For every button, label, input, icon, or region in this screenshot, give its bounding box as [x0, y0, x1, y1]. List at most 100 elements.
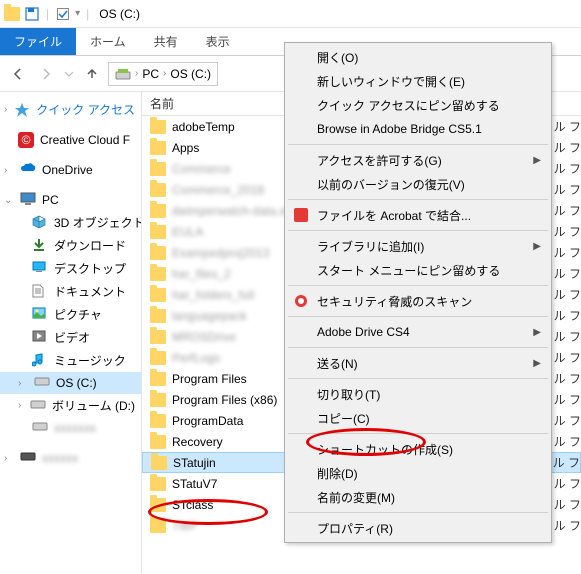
menu-open[interactable]: 開く(O) [287, 45, 549, 69]
sidebar-item-blur2[interactable]: ›xxxxxx [0, 447, 141, 469]
folder-icon [150, 267, 166, 281]
expand-icon[interactable]: › [4, 165, 14, 176]
sidebar-item-documents[interactable]: ドキュメント [0, 280, 141, 303]
folder-icon [150, 246, 166, 260]
sidebar-item-quick-access[interactable]: ›クイック アクセス [0, 98, 141, 121]
file-name: Exampedproj2013 [172, 246, 269, 260]
file-name: PerfLogs [172, 351, 220, 365]
sidebar-item-videos[interactable]: ビデオ [0, 326, 141, 349]
file-name: STatuV7 [172, 477, 217, 491]
expand-icon[interactable]: › [18, 378, 28, 389]
save-icon[interactable] [24, 6, 40, 22]
folder-icon [150, 351, 166, 365]
folder-icon [150, 141, 166, 155]
sidebar-item-desktop[interactable]: デスクトップ [0, 257, 141, 280]
checkbox-icon[interactable] [55, 6, 71, 22]
star-icon [14, 102, 30, 118]
folder-icon [150, 120, 166, 134]
sidebar-item-3d-objects[interactable]: 3D オブジェクト [0, 211, 141, 234]
collapse-icon[interactable]: ⌄ [4, 195, 14, 206]
folder-icon [150, 309, 166, 323]
up-button[interactable] [80, 62, 104, 86]
folder-icon [151, 456, 167, 470]
chevron-right-icon: ▶ [533, 155, 541, 166]
drive-icon [115, 67, 131, 81]
expand-icon[interactable]: › [18, 400, 24, 411]
breadcrumb-drive[interactable]: OS (C:) [170, 67, 211, 81]
sidebar-item-pc[interactable]: ⌄PC [0, 189, 141, 211]
sidebar-item-onedrive[interactable]: ›OneDrive [0, 159, 141, 181]
sidebar-item-osc[interactable]: ›OS (C:) [0, 372, 141, 394]
file-name: Commerce [172, 162, 231, 176]
music-icon [32, 353, 48, 369]
qat-dropdown-icon[interactable]: ▾ [75, 8, 80, 19]
menu-new-window[interactable]: 新しいウィンドウで開く(E) [287, 69, 549, 93]
tab-view[interactable]: 表示 [192, 28, 244, 55]
file-name: STclass [172, 498, 213, 512]
forward-button[interactable] [34, 62, 58, 86]
menu-separator [288, 316, 548, 317]
menu-separator [288, 285, 548, 286]
breadcrumb-pc[interactable]: PC [142, 67, 159, 81]
context-menu: 開く(O) 新しいウィンドウで開く(E) クイック アクセスにピン留めする Br… [284, 42, 552, 543]
menu-separator [288, 512, 548, 513]
tab-home[interactable]: ホーム [76, 28, 140, 55]
file-name: Program Files [172, 372, 247, 386]
menu-combine-acrobat[interactable]: ファイルを Acrobat で結合... [287, 203, 549, 227]
document-icon [32, 284, 48, 300]
folder-icon [4, 6, 20, 22]
sidebar-item-pictures[interactable]: ピクチャ [0, 303, 141, 326]
expand-icon[interactable]: › [4, 104, 8, 115]
cube-icon [32, 215, 48, 231]
recent-dropdown-icon[interactable] [62, 62, 76, 86]
menu-grant-access[interactable]: アクセスを許可する(G)▶ [287, 148, 549, 172]
folder-icon [150, 393, 166, 407]
file-name: har_files_2 [172, 267, 231, 281]
menu-separator [288, 433, 548, 434]
menu-browse-bridge[interactable]: Browse in Adobe Bridge CS5.1 [287, 117, 549, 141]
chevron-right-icon: ▶ [533, 327, 541, 338]
separator: | [46, 7, 49, 21]
address-bar[interactable]: › PC › OS (C:) [108, 62, 218, 86]
menu-send-to[interactable]: 送る(N)▶ [287, 351, 549, 375]
menu-properties[interactable]: プロパティ(R) [287, 516, 549, 540]
menu-separator [288, 347, 548, 348]
chevron-right-icon[interactable]: › [135, 68, 138, 79]
sidebar-item-blur1[interactable]: xxxxxxx [0, 417, 141, 439]
chevron-right-icon: ▶ [533, 358, 541, 369]
menu-pin-start[interactable]: スタート メニューにピン留めする [287, 258, 549, 282]
tab-file[interactable]: ファイル [0, 28, 76, 55]
tab-share[interactable]: 共有 [140, 28, 192, 55]
chevron-right-icon: ▶ [533, 241, 541, 252]
menu-cut[interactable]: 切り取り(T) [287, 382, 549, 406]
back-button[interactable] [6, 62, 30, 86]
menu-rename[interactable]: 名前の変更(M) [287, 485, 549, 509]
sidebar-item-vold[interactable]: ›ボリューム (D:) [0, 394, 141, 417]
menu-pin-quick[interactable]: クイック アクセスにピン留めする [287, 93, 549, 117]
file-name: dwimperwatch-data.xlsx [172, 204, 300, 218]
file-name: adobeTemp [172, 120, 235, 134]
menu-adobe-drive[interactable]: Adobe Drive CS4▶ [287, 320, 549, 344]
folder-icon [150, 204, 166, 218]
sidebar-item-downloads[interactable]: ダウンロード [0, 234, 141, 257]
chevron-right-icon[interactable]: › [163, 68, 166, 79]
sidebar-item-creative-cloud[interactable]: ©Creative Cloud F [0, 129, 141, 151]
menu-create-shortcut[interactable]: ショートカットの作成(S) [287, 437, 549, 461]
folder-icon [150, 498, 166, 512]
cloud-icon [20, 162, 36, 178]
menu-separator [288, 230, 548, 231]
sidebar-item-music[interactable]: ミュージック [0, 349, 141, 372]
window-title: OS (C:) [99, 7, 140, 21]
menu-copy[interactable]: コピー(C) [287, 406, 549, 430]
file-name: Apps [172, 141, 199, 155]
menu-restore-prev[interactable]: 以前のバージョンの復元(V) [287, 172, 549, 196]
folder-icon [150, 183, 166, 197]
menu-delete[interactable]: 削除(D) [287, 461, 549, 485]
file-name: Commerce_2018 [172, 183, 264, 197]
folder-icon [150, 435, 166, 449]
separator: | [86, 7, 89, 21]
menu-scan-threat[interactable]: セキュリティ脅威のスキャン [287, 289, 549, 313]
menu-add-library[interactable]: ライブラリに追加(I)▶ [287, 234, 549, 258]
folder-icon [150, 519, 166, 533]
expand-icon[interactable]: › [4, 453, 14, 464]
